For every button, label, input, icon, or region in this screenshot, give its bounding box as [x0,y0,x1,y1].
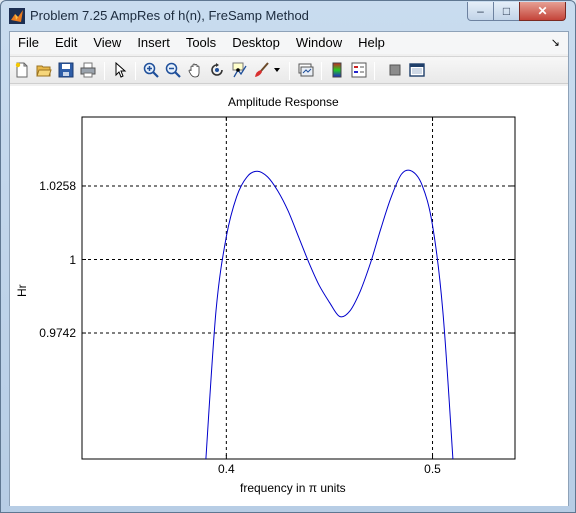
y-tick-label: 1.0258 [39,178,76,193]
y-axis-label: Hr [15,284,29,297]
plot-area[interactable] [0,0,576,513]
x-tick-label: 0.5 [424,462,441,476]
plot-title: Amplitude Response [228,95,339,109]
x-tick-label: 0.4 [217,462,235,476]
y-tick-label: 1 [69,252,76,267]
x-axis-label: frequency in π units [240,481,346,495]
y-tick-label: 0.9742 [39,326,76,341]
